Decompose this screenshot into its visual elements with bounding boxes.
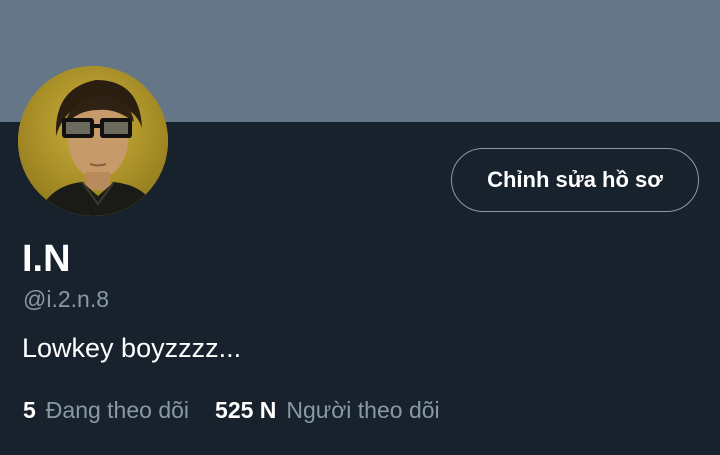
followers-label: Người theo dõi bbox=[286, 397, 440, 423]
avatar-photo-icon bbox=[18, 66, 168, 216]
followers-stat[interactable]: 525 N Người theo dõi bbox=[215, 394, 440, 426]
profile-page: Chỉnh sửa hồ sơ I.N @i.2.n.8 Lowkey boyz… bbox=[0, 0, 720, 455]
following-label: Đang theo dõi bbox=[45, 397, 190, 423]
follow-stats: 5 Đang theo dõi 525 N Người theo dõi bbox=[23, 394, 440, 426]
following-count: 5 bbox=[23, 397, 36, 423]
followers-count: 525 N bbox=[215, 397, 277, 423]
following-stat[interactable]: 5 Đang theo dõi bbox=[23, 394, 189, 426]
edit-profile-button[interactable]: Chỉnh sửa hồ sơ bbox=[451, 148, 699, 212]
profile-bio: Lowkey boyzzzz... bbox=[22, 333, 242, 363]
username-handle: @i.2.n.8 bbox=[23, 286, 110, 312]
avatar[interactable] bbox=[18, 66, 168, 216]
display-name: I.N bbox=[22, 238, 71, 280]
